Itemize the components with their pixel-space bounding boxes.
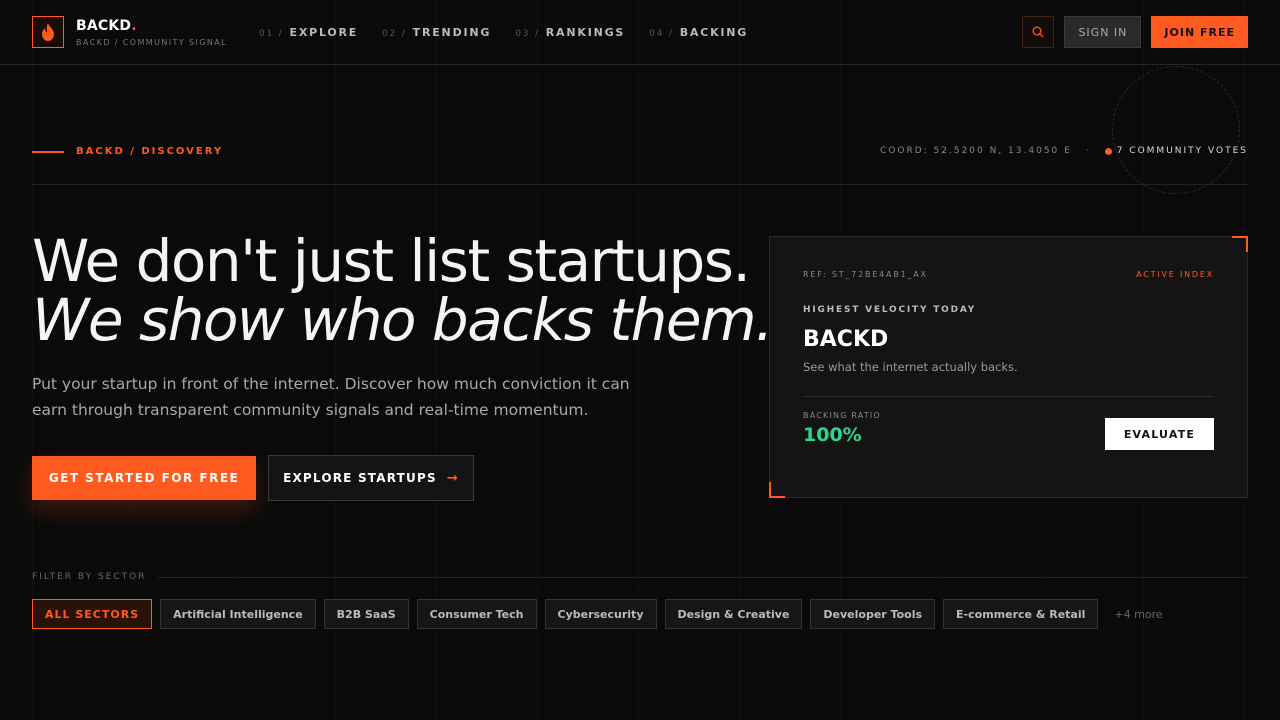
chip-b2b-saas[interactable]: B2B SaaS [323, 599, 409, 629]
nav-actions: SIGN IN JOIN FREE [1022, 16, 1248, 48]
arrow-right-icon: → [446, 470, 459, 486]
nav-links: 01 / EXPLORE 02 / TRENDING 03 / RANKINGS 04… [259, 26, 748, 39]
card-ref: REF: ST_72BE4AB1_AX [803, 270, 928, 279]
explore-startups-button[interactable]: EXPLORE STARTUPS → [268, 455, 474, 501]
nav-link-trending[interactable]: 02 / TRENDING [382, 26, 491, 39]
filter-header: FILTER BY SECTOR [32, 572, 1248, 582]
backing-ratio: BACKING RATIO 100% [803, 411, 881, 446]
nav-label: RANKINGS [545, 25, 626, 39]
card-description: See what the internet actually backs. [803, 360, 1018, 374]
nav-num: 02 / [382, 28, 407, 39]
meta-info: COORD: 52.5200 N, 13.4050 E · 7 COMMUNIT… [880, 146, 1248, 156]
sign-in-button[interactable]: SIGN IN [1064, 16, 1142, 48]
join-free-button[interactable]: JOIN FREE [1151, 16, 1248, 48]
nav-num: 03 / [515, 28, 540, 39]
corner-accent [769, 482, 785, 498]
crumb-accent-line [32, 151, 64, 153]
chip-artificial-intelligence[interactable]: Artificial Intelligence [160, 599, 316, 629]
hero-headline: We don't just list startups. We show who… [32, 227, 774, 354]
more-sectors-link[interactable]: +4 more [1114, 608, 1162, 621]
chip-all-sectors[interactable]: ALL SECTORS [32, 599, 153, 629]
nav-link-backing[interactable]: 04 / BACKING [649, 26, 748, 39]
evaluate-button[interactable]: EVALUATE [1105, 418, 1214, 450]
chip-cybersecurity[interactable]: Cybersecurity [544, 599, 657, 629]
nav-label: TRENDING [412, 25, 492, 39]
discovery-header: BACKD / DISCOVERY COORD: 52.5200 N, 13.4… [32, 140, 1248, 185]
nav-link-explore[interactable]: 01 / EXPLORE [259, 26, 358, 39]
chip-design-creative[interactable]: Design & Creative [664, 599, 803, 629]
brand-dot: . [131, 17, 137, 34]
chip-consumer-tech[interactable]: Consumer Tech [416, 599, 537, 629]
brand-subtitle: BACKD / COMMUNITY SIGNAL [76, 37, 227, 47]
sector-chips: ALL SECTORS Artificial Intelligence B2B … [32, 599, 1163, 629]
chip-developer-tools[interactable]: Developer Tools [810, 599, 936, 629]
status-badge: ACTIVE INDEX [1136, 270, 1214, 279]
hero-description: Put your startup in front of the interne… [32, 375, 630, 419]
chip-ecommerce-retail[interactable]: E-commerce & Retail [943, 599, 1099, 629]
brand-text: BACKD [76, 17, 132, 34]
featured-startup-card: REF: ST_72BE4AB1_AX ACTIVE INDEX HIGHEST… [769, 236, 1248, 498]
hero-line-1: We don't just list startups. [32, 227, 751, 295]
top-nav: BACKD. BACKD / COMMUNITY SIGNAL 01 / EXPL… [0, 0, 1280, 65]
brand-name: BACKD. [76, 18, 227, 34]
logo[interactable] [32, 16, 64, 48]
card-divider [803, 396, 1214, 397]
vote-dot-icon [1104, 147, 1112, 155]
search-button[interactable] [1022, 16, 1055, 48]
get-started-button[interactable]: GET STARTED FOR FREE [32, 456, 256, 500]
coordinates: COORD: 52.5200 N, 13.4050 E [880, 146, 1072, 156]
flame-icon [42, 23, 54, 41]
filter-label: FILTER BY SECTOR [32, 572, 147, 582]
nav-label: BACKING [679, 25, 749, 39]
nav-num: 01 / [258, 28, 284, 39]
brand: BACKD. BACKD / COMMUNITY SIGNAL [76, 18, 227, 47]
community-votes: 7 COMMUNITY VOTES [1116, 146, 1248, 156]
separator: · [1085, 146, 1091, 156]
search-icon [1033, 26, 1044, 38]
nav-label: EXPLORE [289, 25, 359, 39]
explore-startups-label: EXPLORE STARTUPS [283, 471, 437, 485]
card-footer: BACKING RATIO 100% EVALUATE [803, 411, 1214, 450]
card-kicker: HIGHEST VELOCITY TODAY [803, 305, 977, 315]
nav-link-rankings[interactable]: 03 / RANKINGS [515, 26, 625, 39]
ratio-label: BACKING RATIO [803, 411, 881, 420]
ratio-value: 100% [803, 424, 862, 446]
nav-num: 04 / [649, 28, 674, 39]
breadcrumb: BACKD / DISCOVERY [76, 146, 224, 157]
corner-accent [1232, 236, 1248, 252]
card-title: BACKD [803, 327, 889, 352]
card-meta: REF: ST_72BE4AB1_AX ACTIVE INDEX [803, 270, 1214, 279]
hero-line-2: We show who backs them. [32, 286, 774, 354]
filter-divider [158, 576, 1248, 578]
